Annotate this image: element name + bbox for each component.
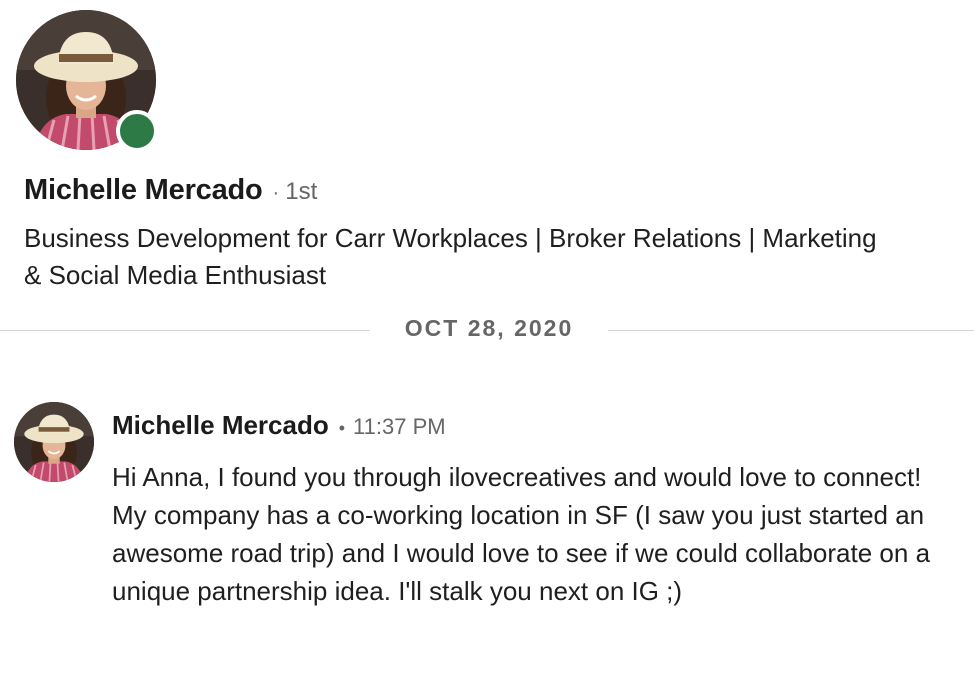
- connection-degree: 1st: [285, 178, 318, 205]
- degree-separator: ·: [272, 182, 280, 204]
- profile-avatar-container[interactable]: [16, 10, 158, 152]
- message-separator: •: [338, 418, 346, 438]
- message-text: Hi Anna, I found you through ilovecreati…: [112, 462, 931, 606]
- message-timestamp: 11:37 PM: [353, 414, 446, 439]
- online-status-indicator: [116, 110, 158, 152]
- message-sender-avatar[interactable]: [14, 402, 94, 482]
- divider-line-left: [0, 330, 370, 331]
- date-divider-label: OCT 28, 2020: [404, 315, 574, 341]
- profile-headline: Business Development for Carr Workplaces…: [24, 223, 877, 290]
- messaging-thread: Michelle Mercado · 1st Business Developm…: [0, 0, 974, 682]
- message-header: Michelle Mercado • 11:37 PM: [112, 410, 446, 441]
- profile-name[interactable]: Michelle Mercado: [24, 174, 263, 207]
- divider-line-right: [608, 330, 974, 331]
- message-sender-name[interactable]: Michelle Mercado: [112, 410, 329, 441]
- profile-photo-icon: [14, 402, 94, 482]
- profile-name-row: Michelle Mercado · 1st: [24, 174, 317, 207]
